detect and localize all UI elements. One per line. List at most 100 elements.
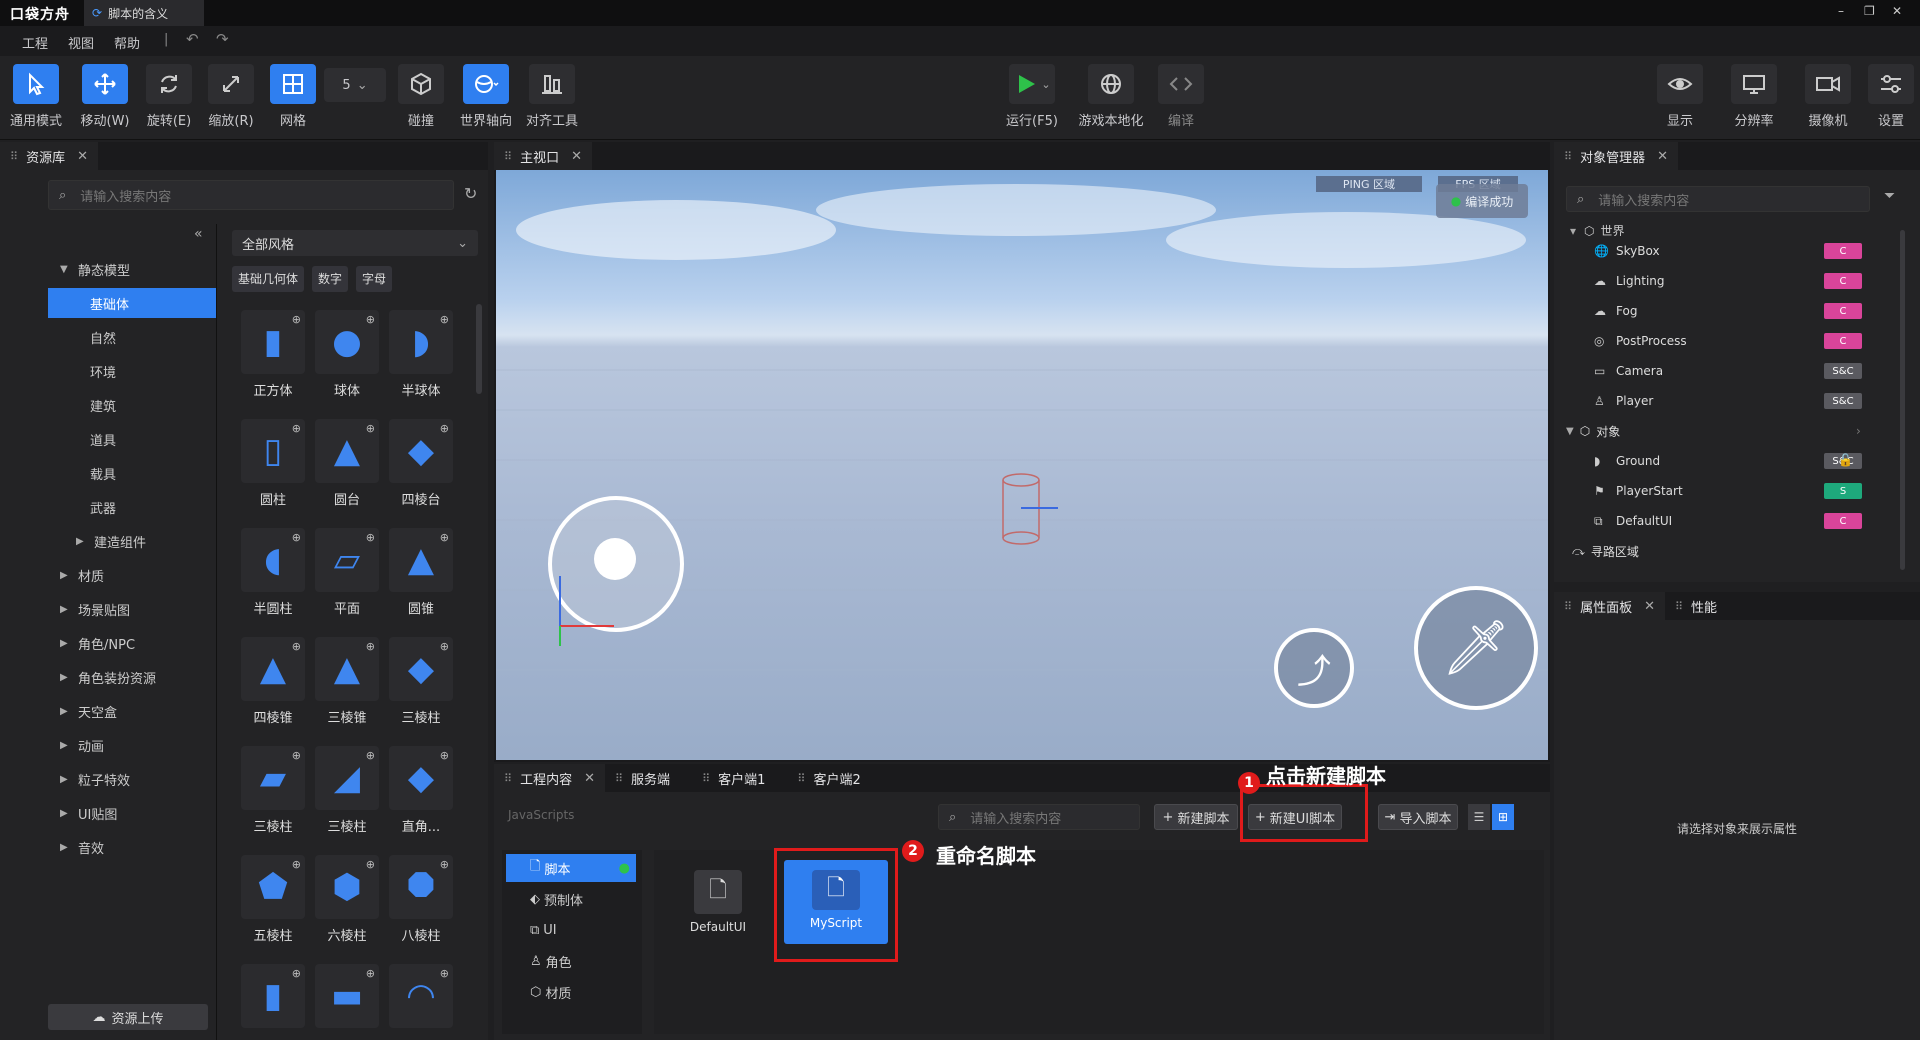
asset-tree-item[interactable]: 道具 — [48, 424, 208, 454]
nav-region-item[interactable]: ⤼ 寻路区域 — [1572, 536, 1872, 566]
asset-tree-item[interactable]: ▶ 材质 — [48, 560, 208, 590]
lock-icon[interactable]: 🔓 — [1838, 453, 1853, 467]
object-tree-item[interactable]: ☁ Lighting C — [1594, 266, 1894, 296]
project-search-input[interactable]: ⌕ 请输入搜索内容 — [938, 804, 1140, 830]
zoom-icon[interactable]: ⊕ — [440, 967, 449, 980]
tab-object-manager[interactable]: ⠿ 对象管理器 ✕ — [1554, 142, 1678, 170]
asset-tree-item[interactable]: ▶ 角色/NPC — [48, 628, 208, 658]
attack-sword-icon[interactable]: 🗡 — [1414, 586, 1538, 710]
asset-item[interactable]: ● ⊕ 球体 — [312, 310, 382, 399]
folder-scripts[interactable]: 🗋 脚本 ● — [506, 854, 636, 882]
asset-tree-item[interactable]: 载具 — [48, 458, 208, 488]
folder-characters[interactable]: ♙ 角色 — [530, 947, 572, 975]
asset-tree-item[interactable]: ▶ 场景贴图 — [48, 594, 208, 624]
filter-chip-number[interactable]: 数字 — [312, 266, 349, 292]
asset-item[interactable]: ▮ ⊕ 正方体 — [238, 310, 308, 399]
asset-tree-item[interactable]: 自然 — [48, 322, 208, 352]
jump-button-icon[interactable]: ⤴ — [1274, 628, 1354, 708]
folder-materials[interactable]: ⬡ 材质 — [530, 978, 571, 1006]
tab-performance[interactable]: ⠿ 性能 — [1664, 592, 1728, 620]
asset-search-input[interactable]: ⌕ 请输入搜索内容 — [48, 180, 454, 210]
zoom-icon[interactable]: ⊕ — [440, 749, 449, 762]
close-icon[interactable]: ✕ — [77, 149, 88, 164]
asset-tree-item[interactable]: ▶ 动画 — [48, 730, 208, 760]
zoom-icon[interactable]: ⊕ — [292, 858, 301, 871]
rotate-tool[interactable]: 旋转(E) — [144, 64, 194, 129]
object-tree-item[interactable]: ⚑ PlayerStart S — [1594, 476, 1894, 506]
tree-world-root[interactable]: ▾ ⬡ 世界 — [1566, 222, 1906, 236]
list-view-icon[interactable]: ☰ — [1468, 804, 1490, 830]
file-item-defaultui[interactable]: 🗋 DefaultUI — [678, 870, 758, 934]
general-mode-tool[interactable]: 通用模式 — [8, 64, 64, 129]
zoom-icon[interactable]: ⊕ — [366, 531, 375, 544]
object-tree-item[interactable]: 🌐 SkyBox C — [1594, 236, 1894, 266]
asset-tree-item[interactable]: 基础体 — [48, 288, 216, 318]
asset-item[interactable]: ◠ ⊕ — [386, 964, 456, 1034]
asset-tree-item[interactable]: 建筑 — [48, 390, 208, 420]
close-icon[interactable]: ✕ — [1644, 599, 1655, 614]
align-tool[interactable]: 对齐工具 — [524, 64, 580, 129]
run-button[interactable]: ⌄ 运行(F5) — [1004, 64, 1060, 129]
asset-item[interactable]: ▲ ⊕ 三棱锥 — [312, 637, 382, 726]
object-tree-item[interactable]: ⧉ DefaultUI C — [1594, 506, 1894, 536]
asset-item[interactable]: ⬢ ⊕ 六棱柱 — [312, 855, 382, 944]
object-tree-item[interactable]: ▭ Camera S&C — [1594, 356, 1894, 386]
zoom-icon[interactable]: ⊕ — [366, 967, 375, 980]
camera-button[interactable]: 摄像机 — [1800, 64, 1856, 129]
asset-tree-item[interactable]: ▶ 天空盒 — [48, 696, 208, 726]
tab-client2[interactable]: ⠿ 客户端2 — [787, 764, 871, 792]
scene-view[interactable]: PING 区域 FPS 区域 ●编译成功 ⤴ 🗡 — [496, 170, 1548, 760]
menu-view[interactable]: 视图 — [68, 33, 94, 52]
asset-item[interactable]: ◆ ⊕ 三棱柱 — [386, 637, 456, 726]
zoom-icon[interactable]: ⊕ — [366, 422, 375, 435]
asset-tree-item[interactable]: 环境 — [48, 356, 208, 386]
close-icon[interactable]: ✕ — [584, 771, 595, 786]
object-search-input[interactable]: ⌕ 请输入搜索内容 — [1566, 186, 1870, 212]
asset-tree-item[interactable]: ▶ 音效 — [48, 832, 208, 862]
grid-size-select[interactable]: 5 ⌄ — [324, 68, 386, 102]
filter-chip-basic[interactable]: 基础几何体 — [232, 266, 305, 292]
asset-tree-item[interactable]: ▶ 建造组件 — [48, 526, 208, 556]
tab-client1[interactable]: ⠿ 客户端1 — [692, 764, 776, 792]
tab-properties[interactable]: ⠿ 属性面板 ✕ — [1554, 592, 1665, 620]
asset-item[interactable]: ▱ ⊕ 平面 — [312, 528, 382, 617]
object-group-row[interactable]: ▼ ⬡ 对象 › — [1566, 416, 1866, 446]
asset-item[interactable]: ◗ ⊕ 半球体 — [386, 310, 456, 399]
zoom-icon[interactable]: ⊕ — [440, 858, 449, 871]
tab-project-content[interactable]: ⠿ 工程内容 ✕ — [494, 764, 605, 792]
zoom-icon[interactable]: ⊕ — [292, 531, 301, 544]
asset-item[interactable]: ▰ ⊕ 三棱柱 — [238, 746, 308, 835]
zoom-icon[interactable]: ⊕ — [366, 749, 375, 762]
filter-chip-letter[interactable]: 字母 — [356, 266, 393, 292]
zoom-icon[interactable]: ⊕ — [292, 967, 301, 980]
zoom-icon[interactable]: ⊕ — [440, 531, 449, 544]
asset-item[interactable]: ▲ ⊕ 圆台 — [312, 419, 382, 508]
asset-item[interactable]: ◢ ⊕ 三棱柱 — [312, 746, 382, 835]
asset-tree-item[interactable]: 武器 — [48, 492, 208, 522]
close-icon[interactable]: ✕ — [571, 149, 582, 164]
close-window-button[interactable]: ✕ — [1892, 4, 1902, 18]
display-button[interactable]: 显示 — [1654, 64, 1706, 129]
asset-item[interactable]: ◆ ⊕ 四棱台 — [386, 419, 456, 508]
minimize-button[interactable]: – — [1838, 4, 1844, 18]
upload-asset-button[interactable]: ☁ 资源上传 — [48, 1004, 208, 1030]
move-tool[interactable]: 移动(W) — [80, 64, 130, 129]
zoom-icon[interactable]: ⊕ — [292, 313, 301, 326]
asset-item[interactable]: ▯ ⊕ 圆柱 — [238, 419, 308, 508]
grid-view-icon[interactable]: ⊞ — [1492, 804, 1514, 830]
zoom-icon[interactable]: ⊕ — [292, 640, 301, 653]
folder-ui[interactable]: ⧉ UI — [530, 916, 557, 944]
grid-tool[interactable]: 网格 — [268, 64, 318, 129]
resolution-button[interactable]: 分辨率 — [1726, 64, 1782, 129]
menu-project[interactable]: 工程 — [22, 33, 48, 52]
asset-item[interactable]: ▮ ⊕ — [238, 964, 308, 1034]
zoom-icon[interactable]: ⊕ — [440, 313, 449, 326]
restore-button[interactable]: ❐ — [1864, 4, 1875, 18]
redo-icon[interactable]: ↷ — [216, 30, 229, 48]
settings-button[interactable]: 设置 — [1866, 64, 1916, 129]
asset-grid-scrollbar[interactable] — [476, 304, 482, 394]
collapse-icon[interactable]: « — [194, 226, 203, 242]
zoom-icon[interactable]: ⊕ — [440, 422, 449, 435]
tab-main-viewport[interactable]: ⠿ 主视口 ✕ — [494, 142, 592, 170]
undo-icon[interactable]: ↶ — [186, 30, 199, 48]
